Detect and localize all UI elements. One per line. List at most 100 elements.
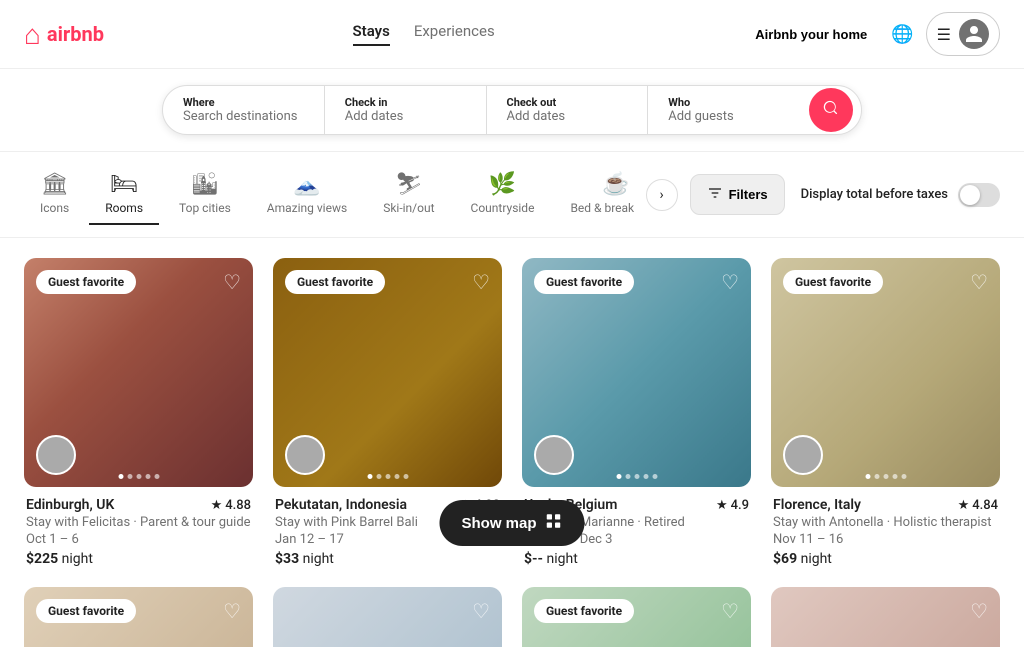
listing-location: Pekutatan, Indonesia: [275, 497, 407, 513]
checkin-section[interactable]: Check in Add dates: [325, 86, 487, 134]
where-section[interactable]: Where Search destinations: [163, 86, 325, 134]
image-dot: [127, 474, 132, 479]
listing-image: Guest favorite ♡: [24, 258, 253, 487]
categories-bar: 🏛 Icons 🛏 Rooms 🏙 Top cities 🗻 Amazing v…: [0, 152, 1024, 238]
listing-card-bottom[interactable]: Guest favorite ♡: [522, 587, 751, 647]
image-dot: [367, 474, 372, 479]
image-dot: [403, 474, 408, 479]
rating-value: 4.88: [225, 498, 251, 513]
airbnb-logo-icon: ⌂: [24, 18, 41, 51]
who-section[interactable]: Who Add guests: [648, 86, 809, 134]
listing-card-bottom[interactable]: ♡: [273, 587, 502, 647]
image-dot: [616, 474, 621, 479]
listing-image: Guest favorite ♡: [522, 587, 751, 647]
listing-card-bottom[interactable]: ♡: [771, 587, 1000, 647]
filters-button[interactable]: Filters: [690, 174, 785, 215]
image-dot: [892, 474, 897, 479]
checkout-value[interactable]: Add dates: [507, 109, 628, 124]
rating-value: 4.84: [972, 498, 998, 513]
display-total-toggle[interactable]: [958, 183, 1000, 207]
wishlist-button[interactable]: ♡: [970, 599, 988, 624]
header-right: Airbnb your home 🌐 ☰: [743, 12, 1000, 56]
where-input[interactable]: Search destinations: [183, 109, 304, 124]
listing-location: Florence, Italy: [773, 497, 861, 513]
show-map-button[interactable]: Show map: [439, 500, 584, 546]
listing-image: Guest favorite ♡: [24, 587, 253, 647]
category-item-ski-in-out[interactable]: ⛷ Ski-in/out: [367, 164, 450, 225]
category-label-rooms: Rooms: [105, 201, 143, 215]
listing-price: $225 night: [26, 551, 251, 567]
image-dots: [367, 474, 408, 479]
listing-price: $33 night: [275, 551, 500, 567]
guest-favorite-badge: Guest favorite: [534, 599, 634, 623]
guest-favorite-badge: Guest favorite: [285, 270, 385, 294]
image-dot: [865, 474, 870, 479]
category-icon-countryside: 🌿: [489, 172, 516, 197]
logo[interactable]: ⌂ airbnb: [24, 18, 104, 51]
header: ⌂ airbnb Stays Experiences Airbnb your h…: [0, 0, 1024, 69]
category-item-countryside[interactable]: 🌿 Countryside: [455, 164, 551, 225]
hamburger-icon: ☰: [937, 25, 951, 44]
image-dot: [625, 474, 630, 479]
user-menu[interactable]: ☰: [926, 12, 1000, 56]
display-total-label: Display total before taxes: [801, 187, 948, 202]
star-icon: ★: [211, 498, 223, 513]
search-button[interactable]: [809, 88, 853, 132]
category-icon-rooms: 🛏: [110, 172, 138, 197]
category-item-rooms[interactable]: 🛏 Rooms: [89, 164, 159, 225]
image-dot: [883, 474, 888, 479]
listing-card[interactable]: Guest favorite ♡ Florence, Italy ★ 4.84 …: [771, 258, 1000, 567]
image-dot: [901, 474, 906, 479]
category-icon-amazing-views: 🗻: [293, 172, 320, 197]
category-item-bed-breakfasts[interactable]: ☕ Bed & breakfasts: [554, 164, 633, 225]
search-bar-container: Where Search destinations Check in Add d…: [0, 69, 1024, 152]
category-item-amazing-views[interactable]: 🗻 Amazing views: [251, 164, 363, 225]
wishlist-button[interactable]: ♡: [721, 599, 739, 624]
show-map-label: Show map: [461, 515, 536, 532]
search-bar: Where Search destinations Check in Add d…: [162, 85, 862, 135]
wishlist-button[interactable]: ♡: [223, 599, 241, 624]
image-dot: [118, 474, 123, 479]
listing-title-row: Edinburgh, UK ★ 4.88: [26, 497, 251, 513]
category-icon-top-cities: 🏙: [191, 172, 219, 197]
search-icon: [823, 100, 839, 121]
listing-card[interactable]: Guest favorite ♡ Edinburgh, UK ★ 4.88 St…: [24, 258, 253, 567]
listing-card-bottom[interactable]: Guest favorite ♡: [24, 587, 253, 647]
category-icon-ski-in-out: ⛷: [395, 172, 423, 197]
listing-rating: ★ 4.9: [716, 498, 749, 513]
toggle-area: Display total before taxes: [801, 183, 1000, 207]
checkin-value[interactable]: Add dates: [345, 109, 466, 124]
wishlist-button[interactable]: ♡: [223, 270, 241, 295]
filters-label: Filters: [729, 187, 768, 202]
listing-location: Edinburgh, UK: [26, 497, 114, 513]
guest-favorite-badge: Guest favorite: [36, 270, 136, 294]
listing-image: Guest favorite ♡: [273, 258, 502, 487]
globe-icon[interactable]: 🌐: [891, 24, 913, 45]
category-item-icons[interactable]: 🏛 Icons: [24, 164, 85, 225]
nav-stays[interactable]: Stays: [353, 22, 390, 46]
star-icon: ★: [958, 498, 970, 513]
category-label-bed-breakfasts: Bed & breakfasts: [570, 201, 633, 215]
checkout-section[interactable]: Check out Add dates: [487, 86, 649, 134]
nav-experiences[interactable]: Experiences: [414, 22, 495, 46]
main-nav: Stays Experiences: [353, 22, 495, 46]
wishlist-button[interactable]: ♡: [472, 599, 490, 624]
image-dot: [145, 474, 150, 479]
toggle-knob: [960, 185, 980, 205]
listing-dates: Oct 1 – 6: [26, 532, 251, 547]
wishlist-button[interactable]: ♡: [721, 270, 739, 295]
wishlist-button[interactable]: ♡: [970, 270, 988, 295]
category-icon-bed-breakfasts: ☕: [602, 172, 629, 197]
host-avatar: [285, 435, 325, 475]
category-label-countryside: Countryside: [471, 201, 535, 215]
listing-subtitle: Stay with Antonella · Holistic therapist: [773, 515, 998, 530]
category-item-top-cities[interactable]: 🏙 Top cities: [163, 164, 247, 225]
who-value[interactable]: Add guests: [668, 109, 789, 124]
listing-rating: ★ 4.88: [211, 498, 251, 513]
categories-chevron[interactable]: ›: [646, 179, 678, 211]
image-dots: [865, 474, 906, 479]
listing-price: $69 night: [773, 551, 998, 567]
wishlist-button[interactable]: ♡: [472, 270, 490, 295]
category-label-ski-in-out: Ski-in/out: [383, 201, 434, 215]
airbnb-your-home-button[interactable]: Airbnb your home: [743, 19, 879, 50]
